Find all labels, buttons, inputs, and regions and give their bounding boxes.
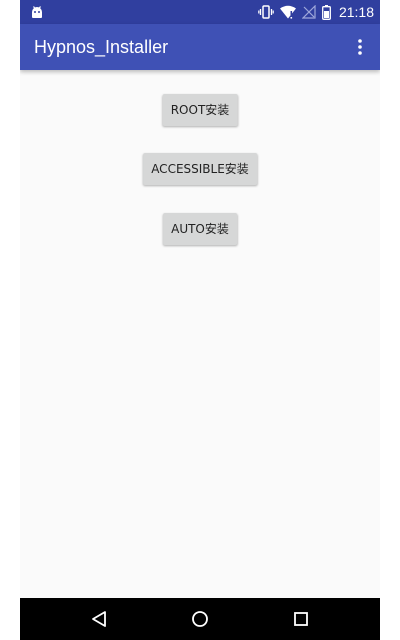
home-icon [192,611,208,627]
root-install-button[interactable]: ROOT安装 [162,94,238,126]
no-signal-icon [301,5,316,19]
app-bar: Hypnos_Installer [20,24,380,70]
app-title: Hypnos_Installer [34,37,169,57]
recents-button[interactable] [277,598,325,640]
overflow-menu-button[interactable] [348,35,372,59]
vibrate-icon [258,5,274,19]
recents-icon [294,612,308,626]
back-button[interactable] [75,598,123,640]
wifi-icon [279,5,296,19]
battery-icon [322,4,331,20]
auto-install-button[interactable]: AUTO安装 [163,213,237,245]
main-content: ROOT安装 ACCESSIBLE安装 AUTO安装 [20,70,380,598]
android-icon [32,6,42,18]
back-icon [92,611,106,627]
home-button[interactable] [176,598,224,640]
navigation-bar [20,598,380,640]
status-icons: 21:18 [258,0,374,24]
more-vert-icon [358,39,362,55]
status-bar: 21:18 [20,0,380,24]
phone-screen: 21:18 Hypnos_Installer ROOT安装 ACCESSIBLE… [20,0,380,640]
accessible-install-button[interactable]: ACCESSIBLE安装 [143,153,257,185]
status-time: 21:18 [338,4,374,20]
